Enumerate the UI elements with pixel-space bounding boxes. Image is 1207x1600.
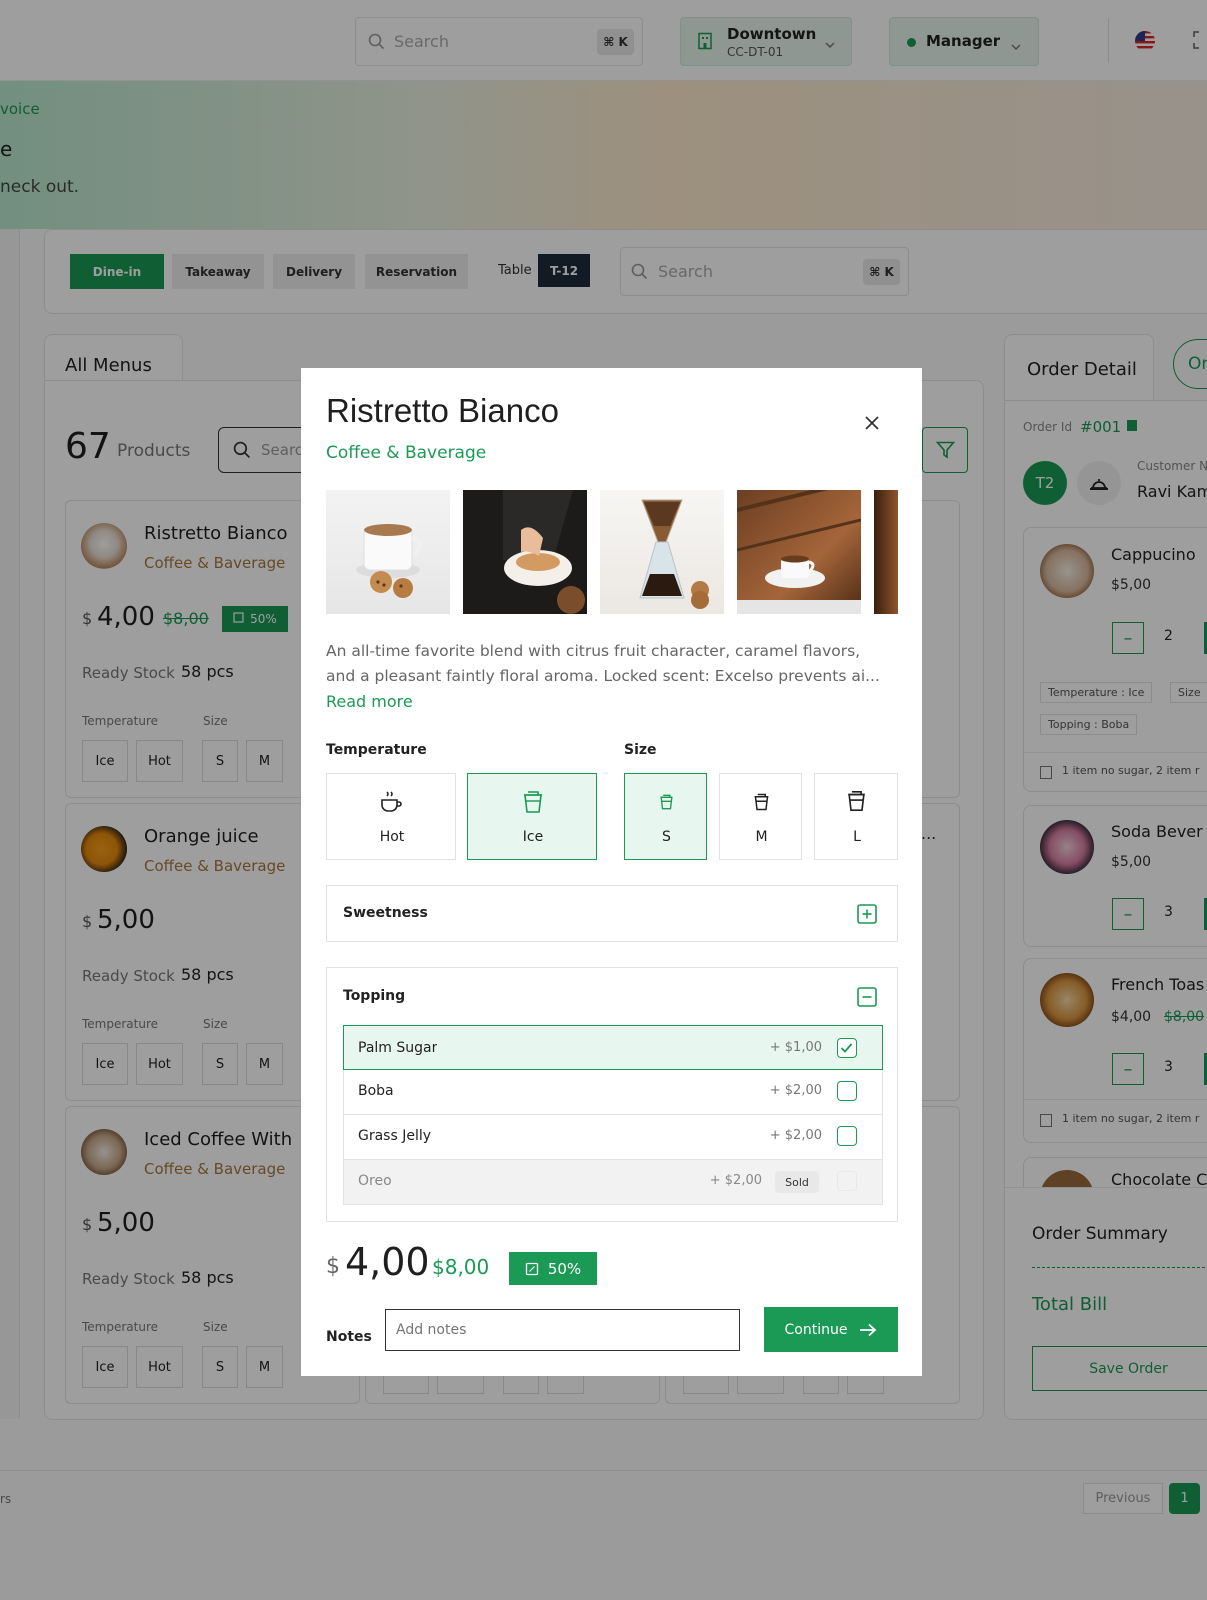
topping-name: Grass Jelly <box>358 1128 432 1144</box>
sweetness-section[interactable]: Sweetness <box>326 885 898 942</box>
pour-over-image <box>639 499 709 609</box>
gallery-image[interactable] <box>737 490 861 614</box>
size-label: Size <box>624 742 657 758</box>
option-hot[interactable]: Hot <box>326 773 456 860</box>
topping-option-boba[interactable]: Boba + $2,00 <box>343 1070 883 1115</box>
continue-button[interactable]: Continue <box>764 1307 898 1352</box>
topping-price: + $2,00 <box>769 1083 822 1098</box>
option-label: M <box>755 829 768 845</box>
currency-symbol: $ <box>326 1254 340 1279</box>
gallery-image[interactable] <box>600 490 724 614</box>
modal-price: 4,00 <box>345 1240 430 1284</box>
option-label: L <box>853 829 861 845</box>
large-cup-icon <box>846 790 867 816</box>
product-detail-modal: Ristretto Bianco Coffee & Baverage An al… <box>301 368 922 1376</box>
notes-input[interactable] <box>385 1309 740 1351</box>
expand-plus-icon[interactable] <box>857 904 877 928</box>
topping-name: Boba <box>358 1083 394 1099</box>
notes-label: Notes <box>326 1329 372 1345</box>
close-button[interactable] <box>861 412 883 434</box>
option-label: Ice <box>522 829 544 845</box>
checkbox[interactable] <box>837 1126 857 1146</box>
modal-title: Ristretto Bianco <box>326 392 559 429</box>
checkbox-disabled <box>837 1171 857 1191</box>
topping-option-palm-sugar[interactable]: Palm Sugar + $1,00 <box>343 1025 883 1070</box>
topping-price: + $2,00 <box>709 1173 762 1188</box>
topping-section: Topping Palm Sugar + $1,00 Boba + $2,00 … <box>326 967 898 1222</box>
iced-cup-icon <box>522 790 544 818</box>
checkbox[interactable] <box>837 1081 857 1101</box>
small-cup-icon <box>659 794 674 814</box>
check-icon <box>838 1041 855 1060</box>
option-label: Hot <box>379 829 405 845</box>
topping-price: + $2,00 <box>769 1128 822 1143</box>
topping-price: + $1,00 <box>769 1040 822 1055</box>
section-label: Topping <box>343 988 406 1004</box>
description-line: and a pleasant faintly floral aroma. Loc… <box>326 667 880 685</box>
checkbox-checked[interactable] <box>837 1038 857 1058</box>
temperature-label: Temperature <box>326 742 427 758</box>
arrow-right-icon <box>859 1323 877 1337</box>
gallery-image[interactable] <box>326 490 450 614</box>
medium-cup-icon <box>753 793 770 815</box>
topping-name: Palm Sugar <box>358 1040 438 1056</box>
option-size-l[interactable]: L <box>814 773 898 860</box>
option-size-s[interactable]: S <box>624 773 707 860</box>
espresso-table-image <box>737 490 861 614</box>
modal-old-price: $8,00 <box>432 1255 490 1279</box>
sold-out-badge: Sold <box>775 1171 819 1193</box>
close-icon <box>861 416 883 438</box>
gallery-image[interactable] <box>874 490 898 614</box>
collapse-minus-icon[interactable] <box>857 987 877 1011</box>
discount-badge: 50% <box>509 1252 597 1285</box>
discount-value: 50% <box>547 1259 582 1278</box>
option-ice[interactable]: Ice <box>467 773 597 860</box>
topping-name: Oreo <box>358 1173 392 1189</box>
read-more-link[interactable]: Read more <box>326 692 413 711</box>
option-label: S <box>662 829 671 845</box>
topping-option-oreo: Oreo + $2,00 Sold <box>343 1160 883 1205</box>
modal-category: Coffee & Baverage <box>326 443 487 463</box>
button-label: Continue <box>784 1321 848 1338</box>
discount-icon <box>525 1262 539 1276</box>
topping-option-grass-jelly[interactable]: Grass Jelly + $2,00 <box>343 1115 883 1160</box>
gallery-image[interactable] <box>463 490 587 614</box>
coffee-cup-image <box>356 524 422 598</box>
hot-cup-icon <box>379 790 403 818</box>
latte-image <box>503 490 585 614</box>
option-size-m[interactable]: M <box>719 773 802 860</box>
section-label: Sweetness <box>343 905 428 921</box>
description-line: An all-time favorite blend with citrus f… <box>326 642 861 660</box>
